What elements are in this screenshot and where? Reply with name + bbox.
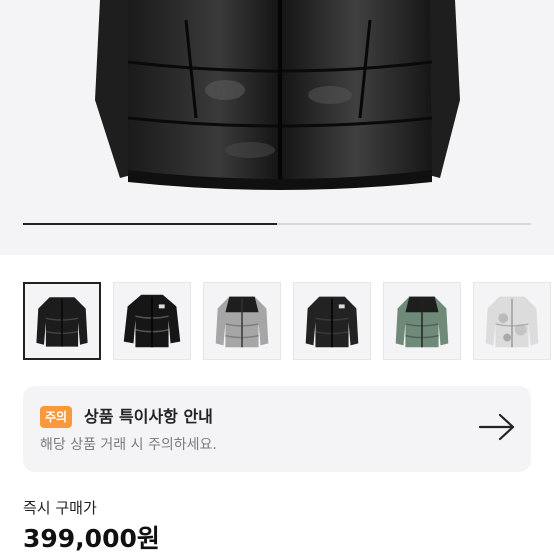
thumbnail-5[interactable] bbox=[383, 282, 461, 360]
notice-subtitle: 해당 상품 거래 시 주의하세요. bbox=[40, 437, 217, 453]
grey-puffer-jacket-thumbnail bbox=[215, 296, 269, 348]
thumbnail-6[interactable] bbox=[473, 282, 551, 360]
gallery-progress-track bbox=[23, 223, 531, 225]
white-camo-puffer-jacket-thumbnail bbox=[485, 296, 539, 348]
buy-now-price-label: 즉시 구매가 bbox=[23, 499, 97, 517]
thumbnail-1[interactable] bbox=[23, 282, 101, 360]
thumbnail-2[interactable] bbox=[113, 282, 191, 360]
arrow-right-icon[interactable] bbox=[478, 412, 516, 442]
buy-now-price: 399,000원 bbox=[23, 524, 160, 553]
thumbnail-strip[interactable] bbox=[23, 282, 554, 360]
thumbnail-3[interactable] bbox=[203, 282, 281, 360]
black-matte-puffer-jacket-thumbnail bbox=[305, 296, 359, 348]
thumbnail-4[interactable] bbox=[293, 282, 371, 360]
product-notice-card[interactable]: 주의 상품 특이사항 안내 해당 상품 거래 시 주의하세요. bbox=[23, 386, 531, 472]
black-glossy-puffer-jacket-thumbnail bbox=[123, 294, 181, 348]
green-black-puffer-jacket-thumbnail bbox=[395, 296, 449, 348]
notice-title: 상품 특이사항 안내 bbox=[84, 407, 213, 426]
gallery-progress-fill bbox=[23, 223, 277, 225]
product-image-gallery[interactable] bbox=[0, 0, 554, 255]
warning-badge: 주의 bbox=[40, 406, 73, 428]
product-main-image bbox=[95, 0, 460, 190]
black-puffer-jacket-thumbnail bbox=[36, 297, 88, 347]
